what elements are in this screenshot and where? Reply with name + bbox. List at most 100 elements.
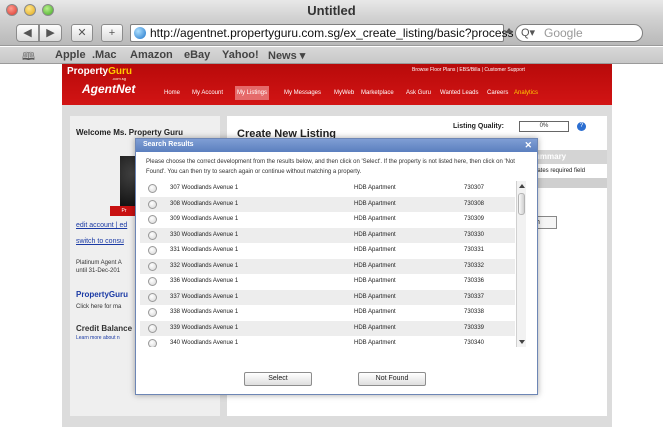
bookmark-ebay[interactable]: eBay (184, 49, 210, 61)
result-type: HDB Apartment (354, 293, 396, 300)
nav-ask-guru[interactable]: Ask Guru (404, 86, 433, 100)
result-radio[interactable] (148, 261, 157, 271)
result-postal: 730338 (464, 309, 485, 315)
result-row[interactable]: 308 Woodlands Avenue 1 HDB Apartment 73030… (140, 196, 515, 212)
browser-toolbar: ◀ ▶ ✕ + http://agentnet.propertyguru.com… (0, 20, 663, 46)
result-radio[interactable] (148, 323, 157, 333)
nav-my-account[interactable]: My Account (190, 86, 225, 100)
result-radio[interactable] (148, 230, 157, 240)
nav-wanted-leads[interactable]: Wanted Leads (438, 86, 480, 100)
result-type: HDB Apartment (354, 309, 396, 315)
nav-careers[interactable]: Careers (485, 86, 510, 100)
address-bar[interactable]: http://agentnet.propertyguru.com.sg/ex_c… (130, 24, 514, 42)
scroll-up-icon[interactable] (519, 184, 525, 188)
result-row[interactable]: 309 Woodlands Avenue 1 HDB Apartment 73030… (140, 212, 515, 228)
back-button[interactable]: ◀ (16, 24, 39, 42)
listing-quality-meter: 0% (519, 121, 569, 132)
result-postal: 730331 (464, 247, 485, 253)
bookmark-mac[interactable]: .Mac (92, 49, 116, 61)
result-type: HDB Apartment (354, 340, 396, 346)
result-row[interactable]: 338 Woodlands Avenue 1 HDB Apartment 73033… (140, 305, 515, 321)
nav-analytics[interactable]: Analytics (512, 86, 540, 100)
agentnet-logo[interactable]: AgentNet (82, 82, 135, 96)
globe-icon (134, 27, 146, 39)
search-placeholder: Google (544, 26, 583, 40)
nav-myweb[interactable]: MyWeb (332, 86, 356, 100)
result-postal: 730307 (464, 185, 485, 191)
result-row[interactable]: 330 Woodlands Avenue 1 HDB Apartment 73033… (140, 227, 515, 243)
result-row[interactable]: 331 Woodlands Avenue 1 HDB Apartment 73033… (140, 243, 515, 259)
utility-links[interactable]: Browse Floor Plans | EBS/Billa | Custome… (412, 67, 525, 73)
result-radio[interactable] (148, 308, 157, 317)
result-address: 337 Woodlands Avenue 1 (170, 293, 239, 300)
result-postal: 730337 (464, 293, 485, 300)
select-button[interactable]: Select (244, 372, 312, 386)
result-row[interactable]: 340 Woodlands Avenue 1 HDB Apartment 73034… (140, 336, 515, 347)
browser-window: Untitled ◀ ▶ ✕ + http://agentnet.propert… (0, 0, 663, 427)
nav-marketplace[interactable]: Marketplace (359, 86, 396, 100)
result-type: HDB Apartment (354, 278, 396, 284)
expiry-text: until 31-Dec-201 (76, 268, 121, 274)
result-type: HDB Apartment (354, 324, 396, 331)
result-address: 330 Woodlands Avenue 1 (170, 231, 239, 238)
learn-more-link[interactable]: Learn more about n (76, 335, 120, 341)
close-icon[interactable]: ✕ (524, 140, 532, 150)
profile-button[interactable]: Pr (110, 206, 138, 216)
dialog-header: Search Results ✕ (136, 139, 537, 152)
result-address: 339 Woodlands Avenue 1 (170, 324, 239, 331)
result-row[interactable]: 332 Woodlands Avenue 1 HDB Apartment 73033… (140, 258, 515, 274)
result-address: 338 Woodlands Avenue 1 (170, 309, 239, 315)
result-type: HDB Apartment (354, 247, 396, 253)
result-type: HDB Apartment (354, 200, 396, 207)
site-header: PropertyGuru .com.sg AgentNet Browse Flo… (62, 64, 612, 105)
nav-home[interactable]: Home (162, 86, 182, 100)
url-text[interactable]: http://agentnet.propertyguru.com.sg/ex_c… (150, 26, 514, 40)
forward-button[interactable]: ▶ (39, 24, 62, 42)
edit-account-link[interactable]: edit account | ed (76, 222, 127, 229)
welcome-text: Welcome Ms. Property Guru (76, 128, 183, 137)
help-icon[interactable]: ? (577, 122, 586, 131)
search-field[interactable]: Q▾ Google (515, 24, 643, 42)
result-radio[interactable] (148, 277, 157, 286)
click-here-link[interactable]: Click here for ma (76, 304, 121, 310)
result-address: 308 Woodlands Avenue 1 (170, 200, 239, 207)
result-row[interactable]: 339 Woodlands Avenue 1 HDB Apartment 73033… (140, 320, 515, 336)
result-radio[interactable] (148, 199, 157, 209)
platinum-agent-text: Platinum Agent A (76, 260, 122, 266)
result-postal: 730308 (464, 200, 485, 207)
listing-quality-label: Listing Quality: (453, 123, 504, 130)
url-dropdown-icon[interactable] (505, 28, 513, 33)
bookmark-news[interactable]: News ▾ (268, 49, 305, 62)
nav-my-listings[interactable]: My Listings (235, 86, 270, 100)
bookmark-apple[interactable]: Apple (55, 49, 86, 61)
result-type: HDB Apartment (354, 262, 396, 269)
add-bookmark-button[interactable]: + (101, 24, 123, 42)
switch-link[interactable]: switch to consu (76, 238, 124, 245)
result-row[interactable]: 336 Woodlands Avenue 1 HDB Apartment 73033… (140, 274, 515, 290)
bookmark-amazon[interactable]: Amazon (130, 49, 173, 61)
result-postal: 730339 (464, 324, 485, 331)
result-radio[interactable] (148, 215, 157, 224)
bookmarks-bar: 🕮 Apple .Mac Amazon eBay Yahoo! News ▾ (0, 47, 663, 64)
result-address: 307 Woodlands Avenue 1 (170, 185, 239, 191)
result-address: 332 Woodlands Avenue 1 (170, 262, 239, 269)
result-radio[interactable] (148, 246, 157, 255)
not-found-button[interactable]: Not Found (358, 372, 426, 386)
result-postal: 730332 (464, 262, 485, 269)
bookmark-yahoo[interactable]: Yahoo! (222, 49, 259, 61)
scroll-down-icon[interactable] (519, 340, 525, 344)
stop-button[interactable]: ✕ (71, 24, 93, 42)
results-scrollbar[interactable] (516, 181, 526, 347)
result-row[interactable]: 337 Woodlands Avenue 1 HDB Apartment 73033… (140, 289, 515, 305)
result-radio[interactable] (148, 339, 157, 347)
dialog-title: Search Results (143, 141, 194, 148)
result-radio[interactable] (148, 292, 157, 302)
result-type: HDB Apartment (354, 185, 396, 191)
result-type: HDB Apartment (354, 231, 396, 238)
result-address: 336 Woodlands Avenue 1 (170, 278, 239, 284)
credit-balance-heading: Credit Balance (76, 324, 133, 333)
nav-my-messages[interactable]: My Messages (282, 86, 323, 100)
scroll-thumb[interactable] (518, 193, 525, 215)
result-radio[interactable] (148, 184, 157, 193)
result-row[interactable]: 307 Woodlands Avenue 1 HDB Apartment 73030… (140, 181, 515, 197)
